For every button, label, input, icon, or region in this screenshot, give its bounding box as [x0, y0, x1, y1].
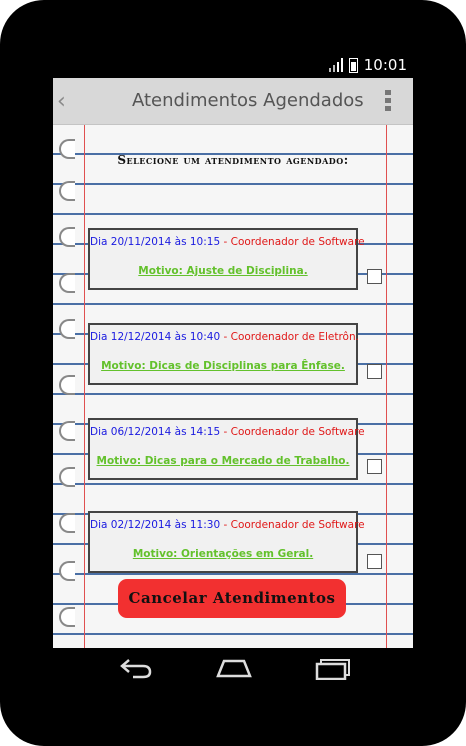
binder-ring — [59, 319, 75, 339]
action-bar: ‹ Atendimentos Agendados — [53, 78, 413, 125]
appointment-reason: Motivo: Ajuste de Disciplina. — [138, 265, 308, 277]
appointment-separator: - — [220, 426, 231, 438]
appointment-card[interactable]: Dia 20/11/2014 às 10:15 - Coordenador de… — [88, 228, 365, 290]
back-icon[interactable] — [119, 656, 153, 680]
binder-ring — [59, 375, 75, 395]
status-time: 10:01 — [363, 56, 407, 74]
appointment-checkbox[interactable] — [367, 364, 382, 379]
margin-line-left — [84, 125, 85, 648]
notebook-paper: Selecione um atendimento agendado: Dia 2… — [53, 125, 413, 648]
appointment-header: Dia 20/11/2014 às 10:15 - Coordenador de… — [90, 236, 365, 248]
page-title: Atendimentos Agendados — [132, 90, 364, 111]
appointment-separator: - — [220, 519, 231, 531]
binder-ring — [59, 273, 75, 293]
appointment-header: Dia 02/12/2014 às 11:30 - Coordenador de… — [90, 519, 365, 531]
binder-ring — [59, 467, 75, 487]
appointment-card[interactable]: Dia 12/12/2014 às 10:40 - Coordenador de… — [88, 323, 359, 385]
binder-ring — [59, 181, 75, 201]
appointment-date: Dia 06/12/2014 às 14:15 — [90, 426, 221, 438]
appointment-reason: Motivo: Dicas para o Mercado de Trabalho… — [96, 455, 350, 467]
appointment-separator: - — [220, 331, 231, 343]
status-bar: 10:01 — [53, 52, 413, 78]
battery-icon — [348, 57, 358, 73]
appointment-header: Dia 06/12/2014 às 14:15 - Coordenador de… — [90, 426, 365, 438]
appointment-separator: - — [220, 236, 231, 248]
appointment-coordinator: Coordenador de Software — [230, 236, 365, 248]
appointment-date: Dia 12/12/2014 às 10:40 — [90, 331, 221, 343]
signal-icon — [328, 58, 343, 72]
cancel-appointments-button[interactable]: Cancelar Atendimentos — [118, 579, 346, 618]
appointment-checkbox[interactable] — [367, 459, 382, 474]
appointment-date: Dia 02/12/2014 às 11:30 — [90, 519, 221, 531]
recent-apps-icon[interactable] — [315, 658, 351, 680]
appointment-coordinator: Coordenador de Software — [230, 519, 365, 531]
overflow-menu-icon[interactable] — [385, 90, 391, 114]
appointment-checkbox[interactable] — [367, 269, 382, 284]
binder-ring — [59, 421, 75, 441]
device-frame: 10:01 ‹ Atendimentos Agendados Selecione… — [0, 0, 466, 746]
binder-ring — [59, 227, 75, 247]
binder-ring — [59, 561, 75, 581]
page-heading: Selecione um atendimento agendado: — [117, 153, 349, 167]
appointment-coordinator: Coordenador de Software — [230, 426, 365, 438]
appointment-coordinator: Coordenador de Eletrôn. — [230, 331, 359, 343]
binder-ring — [59, 513, 75, 533]
appointment-reason: Motivo: Dicas de Disciplinas para Ênfase… — [101, 360, 345, 372]
margin-line-right — [386, 125, 387, 648]
back-icon[interactable]: ‹ — [57, 89, 66, 114]
appointment-reason: Motivo: Orientações em Geral. — [132, 548, 314, 560]
navigation-bar — [53, 648, 413, 692]
home-icon[interactable] — [216, 658, 252, 678]
app-screen: ‹ Atendimentos Agendados Selecione um at… — [53, 78, 413, 648]
appointment-card[interactable]: Dia 02/12/2014 às 11:30 - Coordenador de… — [88, 511, 365, 573]
appointment-card[interactable]: Dia 06/12/2014 às 14:15 - Coordenador de… — [88, 418, 365, 480]
appointment-checkbox[interactable] — [367, 554, 382, 569]
binder-ring — [59, 607, 75, 627]
appointment-header: Dia 12/12/2014 às 10:40 - Coordenador de… — [90, 331, 359, 343]
appointment-date: Dia 20/11/2014 às 10:15 — [90, 236, 221, 248]
